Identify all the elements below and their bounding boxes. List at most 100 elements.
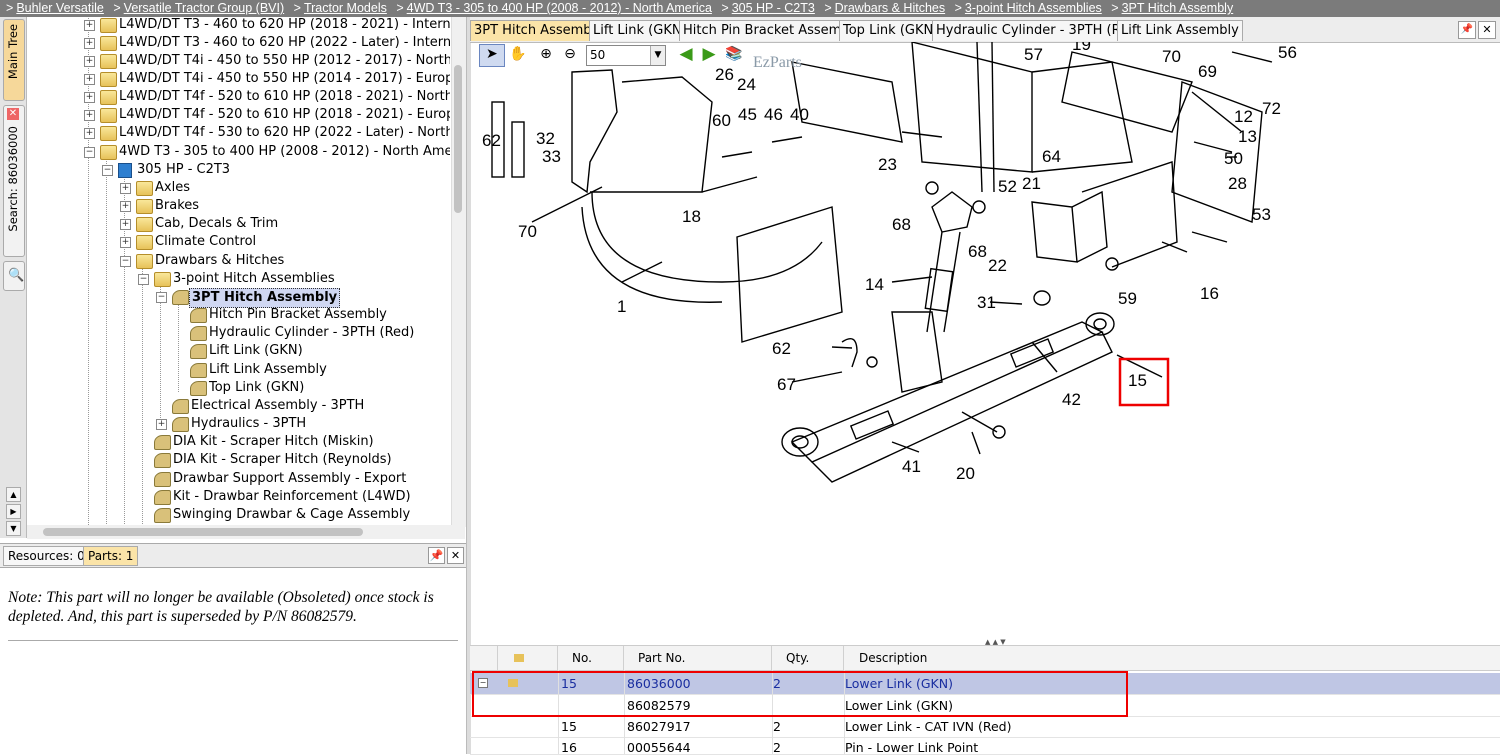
zoom-out-icon[interactable]: ⊖ bbox=[560, 44, 580, 64]
folder-icon bbox=[100, 54, 117, 69]
expand-icon[interactable]: + bbox=[84, 110, 95, 121]
tab-parts[interactable]: Parts: 1 bbox=[83, 546, 139, 566]
scroll-down-icon[interactable]: ▼ bbox=[6, 521, 21, 536]
close-icon[interactable]: ✕ bbox=[447, 547, 464, 564]
book-link-icon[interactable]: 📚 bbox=[724, 44, 744, 64]
col-qty[interactable]: Qty. bbox=[772, 646, 844, 670]
close-icon[interactable]: ✕ bbox=[7, 108, 19, 120]
expand-icon[interactable]: + bbox=[156, 419, 167, 430]
tree-horizontal-scrollbar[interactable] bbox=[27, 525, 465, 539]
breadcrumb-link[interactable]: Drawbars & Hitches bbox=[835, 1, 945, 15]
chevron-right-icon[interactable]: ▶ bbox=[6, 504, 21, 519]
col-no[interactable]: No. bbox=[558, 646, 624, 670]
cell-description: Lower Link - CAT IVN (Red) bbox=[845, 719, 1012, 734]
callout-label: 19 bbox=[1072, 42, 1091, 54]
exploded-parts-diagram[interactable]: 19 70 57 56 26 24 69 72 62 32 33 60 45 4… bbox=[472, 42, 1500, 638]
callout-label: 15 bbox=[1128, 371, 1147, 390]
expand-icon[interactable]: + bbox=[120, 183, 131, 194]
callout-label: 70 bbox=[1162, 47, 1181, 66]
breadcrumb-link[interactable]: Versatile Tractor Group (BVI) bbox=[124, 1, 284, 15]
breadcrumb-link[interactable]: 3PT Hitch Assembly bbox=[1122, 1, 1234, 15]
folder-icon bbox=[136, 217, 153, 232]
tab-lift-link-gkn[interactable]: Lift Link (GKN) bbox=[589, 20, 691, 41]
breadcrumb-link[interactable]: 3-point Hitch Assemblies bbox=[965, 1, 1102, 15]
part-icon bbox=[172, 399, 189, 414]
collapse-icon[interactable]: − bbox=[156, 292, 167, 303]
breadcrumb-link[interactable]: Buhler Versatile bbox=[16, 1, 104, 15]
part-icon bbox=[190, 381, 207, 396]
tab-search-label: Search: 86036000 bbox=[6, 126, 20, 232]
pan-hand-icon[interactable]: ✋ bbox=[508, 44, 528, 64]
chevron-down-icon[interactable]: ▼ bbox=[650, 46, 665, 65]
select-pointer-icon[interactable]: ➤ bbox=[479, 44, 505, 67]
expand-icon[interactable]: + bbox=[84, 20, 95, 31]
callout-label: 50 bbox=[1224, 149, 1243, 168]
part-icon bbox=[154, 453, 171, 468]
pin-icon[interactable]: 📌 bbox=[1458, 21, 1476, 39]
tab-hydraulic-cylinder[interactable]: Hydraulic Cylinder - 3PTH (Red) bbox=[932, 20, 1146, 41]
collapse-icon[interactable]: − bbox=[102, 165, 113, 176]
tree-vertical-scrollbar[interactable] bbox=[451, 17, 466, 527]
callout-label: 45 bbox=[738, 105, 757, 124]
tab-top-link-gkn[interactable]: Top Link (GKN) bbox=[839, 20, 943, 41]
cell-part-no: 00055644 bbox=[627, 740, 691, 755]
parts-tree: + L4WD/DT T3 - 460 to 620 HP (2018 - 2021… bbox=[27, 17, 450, 527]
expand-icon[interactable]: + bbox=[84, 92, 95, 103]
expand-icon[interactable]: + bbox=[120, 237, 131, 248]
col-part-no[interactable]: Part No. bbox=[624, 646, 772, 670]
callout-label: 31 bbox=[977, 293, 996, 312]
callout-label: 42 bbox=[1062, 390, 1081, 409]
collapse-icon[interactable]: − bbox=[84, 147, 95, 158]
side-tab-strip: Main Tree Search: 86036000 ✕ 🔍 ▲ ▶ ▼ bbox=[0, 17, 27, 538]
tab-3pt-hitch-assembly[interactable]: 3PT Hitch Assembly bbox=[470, 20, 607, 41]
part-icon bbox=[172, 417, 189, 432]
breadcrumb: > Buhler Versatile > Versatile Tractor Gro… bbox=[0, 0, 1500, 17]
breadcrumb-link[interactable]: Tractor Models bbox=[304, 1, 387, 15]
expand-icon[interactable]: + bbox=[120, 201, 131, 212]
breadcrumb-link[interactable]: 305 HP - C2T3 bbox=[732, 1, 815, 15]
watermark-logo: EzParts bbox=[753, 54, 802, 71]
callout-label: 56 bbox=[1278, 43, 1297, 62]
panel-splitter[interactable] bbox=[466, 17, 471, 754]
folder-icon bbox=[100, 145, 117, 160]
scroll-thumb[interactable] bbox=[454, 65, 462, 213]
tab-main-tree[interactable]: Main Tree bbox=[3, 19, 25, 101]
folder-icon bbox=[136, 235, 153, 250]
folder-icon bbox=[100, 108, 117, 123]
callout-label: 60 bbox=[712, 111, 731, 130]
part-icon bbox=[154, 472, 171, 487]
back-arrow-icon[interactable]: ◀ bbox=[676, 44, 696, 64]
tab-resources[interactable]: Resources: 0 bbox=[3, 546, 90, 566]
callout-label: 64 bbox=[1042, 147, 1061, 166]
callout-label: 70 bbox=[518, 222, 537, 241]
tab-lift-link-assembly[interactable]: Lift Link Assembly bbox=[1117, 20, 1243, 41]
collapse-icon[interactable]: − bbox=[120, 256, 131, 267]
callout-label: 16 bbox=[1200, 284, 1219, 303]
folder-icon bbox=[100, 72, 117, 87]
expand-icon[interactable]: + bbox=[84, 56, 95, 67]
zoom-in-icon[interactable]: ⊕ bbox=[536, 44, 556, 64]
scroll-thumb[interactable] bbox=[43, 528, 363, 536]
zoom-value: 50 bbox=[590, 48, 606, 62]
expand-icon[interactable]: + bbox=[84, 74, 95, 85]
breadcrumb-link[interactable]: 4WD T3 - 305 to 400 HP (2008 - 2012) - N… bbox=[407, 1, 712, 15]
expand-icon[interactable]: + bbox=[84, 128, 95, 139]
tab-hitch-pin-bracket[interactable]: Hitch Pin Bracket Assembly bbox=[679, 20, 865, 41]
folder-icon bbox=[100, 126, 117, 141]
part-icon bbox=[190, 326, 207, 341]
expand-icon[interactable]: + bbox=[84, 38, 95, 49]
forward-arrow-icon[interactable]: ▶ bbox=[699, 44, 719, 64]
collapse-icon[interactable]: − bbox=[138, 274, 149, 285]
zoom-select[interactable]: 50 ▼ bbox=[586, 45, 666, 66]
col-description[interactable]: Description bbox=[844, 646, 1500, 670]
search-icon[interactable]: 🔍 bbox=[3, 261, 25, 291]
expand-icon[interactable]: + bbox=[120, 219, 131, 230]
close-icon[interactable]: ✕ bbox=[1478, 21, 1496, 39]
folder-icon bbox=[136, 181, 153, 196]
tab-search[interactable]: Search: 86036000 ✕ bbox=[3, 105, 25, 257]
pin-icon[interactable]: 📌 bbox=[428, 547, 445, 564]
scroll-up-icon[interactable]: ▲ bbox=[6, 487, 21, 502]
callout-label: 59 bbox=[1118, 289, 1137, 308]
callout-label: 24 bbox=[737, 75, 756, 94]
resources-panel-tabs: Resources: 0 Parts: 1 📌 ✕ bbox=[0, 543, 466, 568]
